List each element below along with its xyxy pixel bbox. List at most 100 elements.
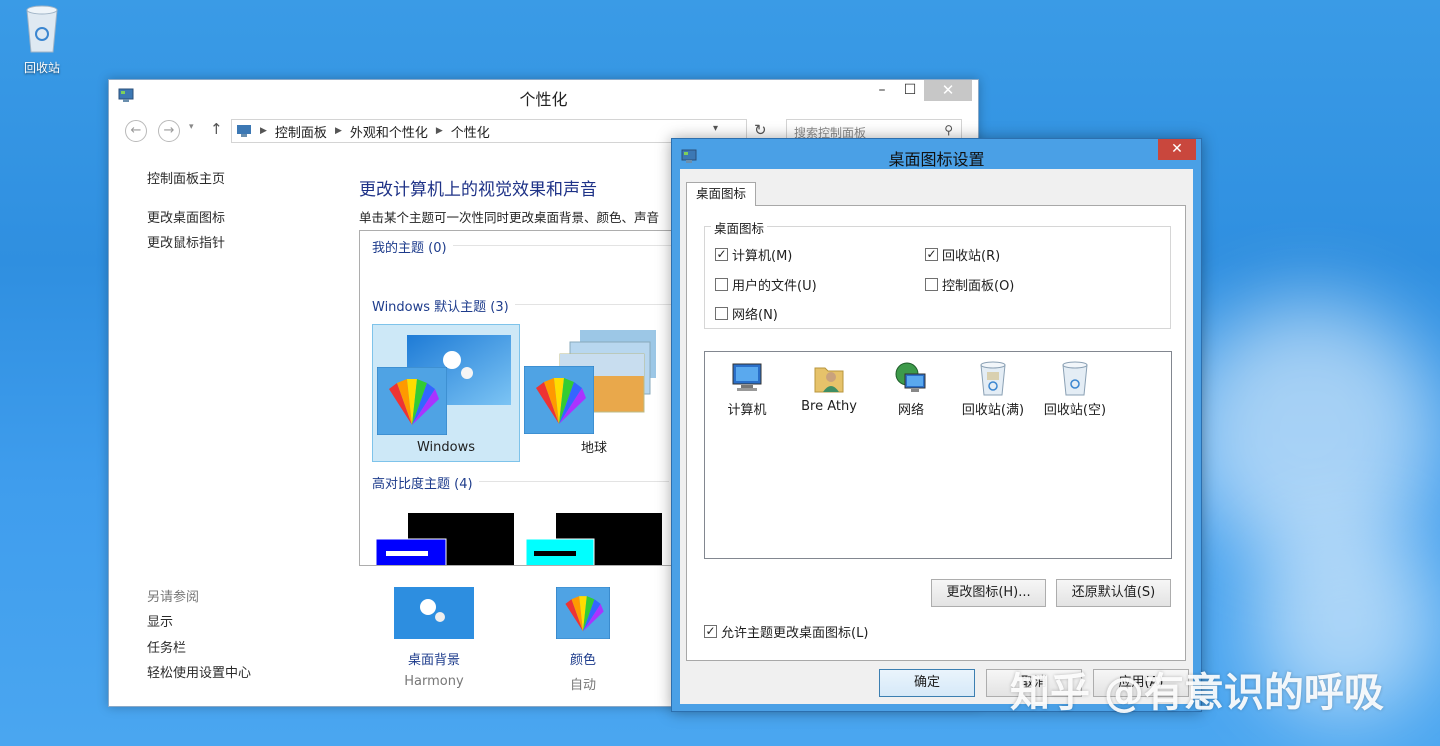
- color-setting[interactable]: 颜色 自动: [543, 586, 623, 693]
- watermark-text: 知乎 @有意识的呼吸: [1010, 670, 1384, 716]
- page-subheading: 单击某个主题可一次性同时更改桌面背景、颜色、声音: [359, 210, 660, 225]
- high-contrast-cyan-thumbnail[interactable]: [526, 513, 666, 566]
- computer-icon: [732, 363, 762, 391]
- breadcrumb-separator-icon: ▶: [260, 126, 267, 136]
- sidebar-change-mouse-pointer-link[interactable]: 更改鼠标指针: [147, 232, 225, 251]
- default-themes-section: Windows 默认主题 (3): [372, 296, 685, 315]
- high-contrast-section: 高对比度主题 (4): [372, 473, 669, 492]
- checkbox-box: [715, 278, 728, 291]
- breadcrumb-item[interactable]: 控制面板: [275, 122, 327, 141]
- icon-item-user-files[interactable]: Bre Athy: [789, 356, 869, 414]
- checkbox-box: ✓: [715, 247, 728, 261]
- back-arrow-icon[interactable]: ←: [125, 120, 147, 142]
- checkbox-recycle-bin[interactable]: ✓ 回收站(R): [925, 245, 1000, 264]
- minimize-button[interactable]: –: [868, 80, 896, 101]
- see-also-label: 另请参阅: [147, 590, 200, 605]
- theme-name: 地球: [580, 441, 607, 456]
- see-also-taskbar-link[interactable]: 任务栏: [147, 637, 186, 656]
- ok-button[interactable]: 确定: [879, 669, 975, 697]
- icon-item-network[interactable]: 网络: [871, 356, 951, 418]
- window-title: 个性化: [519, 90, 568, 109]
- color-fan-icon: [555, 586, 611, 640]
- maximize-button[interactable]: ☐: [896, 80, 924, 101]
- checkbox-label: 用户的文件(U): [732, 279, 817, 294]
- see-also-ease-of-access-link[interactable]: 轻松使用设置中心: [147, 662, 251, 681]
- tab-desktop-icons[interactable]: 桌面图标: [686, 182, 756, 206]
- restore-default-button[interactable]: 还原默认值(S): [1056, 579, 1171, 607]
- section-label: Windows 默认主题 (3): [372, 300, 509, 315]
- setting-value: 自动: [569, 678, 596, 693]
- user-folder-icon: [814, 367, 844, 393]
- checkbox-box: [715, 307, 728, 320]
- dialog-close-button[interactable]: ✕: [1158, 139, 1196, 160]
- desktop-background-icon: [394, 587, 474, 639]
- setting-label: 桌面背景: [407, 653, 460, 668]
- checkbox-label: 网络(N): [732, 308, 778, 323]
- icon-item-label: Bre Athy: [801, 399, 857, 414]
- checkbox-network[interactable]: 网络(N): [715, 304, 778, 323]
- color-fan-icon: [524, 366, 594, 434]
- address-dropdown-icon[interactable]: ▾: [713, 123, 718, 134]
- search-icon: ⚲: [944, 123, 953, 137]
- sidebar-change-desktop-icons-link[interactable]: 更改桌面图标: [147, 207, 225, 226]
- refresh-icon[interactable]: ↻: [754, 121, 767, 139]
- checkbox-control-panel[interactable]: 控制面板(O): [925, 275, 1014, 294]
- desktop-icons-group: 桌面图标 ✓ 计算机(M) ✓ 回收站(R) 用户的文件(U) 控制面板(O) 网络…: [704, 218, 1171, 329]
- network-icon: [895, 362, 926, 392]
- control-panel-icon: [237, 125, 251, 137]
- checkbox-label: 控制面板(O): [942, 279, 1015, 294]
- forward-arrow-icon[interactable]: →: [158, 120, 180, 142]
- theme-earth[interactable]: 地球: [520, 324, 668, 462]
- icon-item-label: 网络: [897, 403, 924, 418]
- breadcrumb-item[interactable]: 外观和个性化: [350, 122, 428, 141]
- see-also-display-link[interactable]: 显示: [147, 611, 173, 630]
- setting-label: 颜色: [569, 653, 596, 668]
- checkbox-label: 允许主题更改桌面图标(L): [721, 626, 869, 641]
- recycle-bin-empty-icon: [1062, 361, 1088, 396]
- section-label: 高对比度主题 (4): [372, 477, 473, 492]
- desktop-icon-list[interactable]: 计算机 Bre Athy 网络 回收站(满) 回收站(空): [704, 351, 1172, 559]
- icon-item-recycle-bin-empty[interactable]: 回收站(空): [1035, 356, 1115, 418]
- color-fan-icon: [377, 367, 447, 435]
- page-heading: 更改计算机上的视觉效果和声音: [359, 180, 597, 200]
- theme-windows[interactable]: Windows: [372, 324, 520, 462]
- section-label: 我的主题 (0): [372, 241, 447, 256]
- breadcrumb-separator-icon: ▶: [334, 126, 342, 136]
- icon-item-label: 回收站(空): [1043, 403, 1107, 418]
- breadcrumb-item[interactable]: 个性化: [451, 122, 490, 141]
- tab-panel: 桌面图标 ✓ 计算机(M) ✓ 回收站(R) 用户的文件(U) 控制面板(O) 网络…: [686, 205, 1186, 661]
- breadcrumb-separator-icon: ▶: [435, 126, 443, 136]
- high-contrast-black-thumbnail[interactable]: [376, 513, 516, 566]
- desktop-background-setting[interactable]: 桌面背景 Harmony: [394, 587, 474, 689]
- checkbox-user-files[interactable]: 用户的文件(U): [715, 275, 817, 294]
- wallpaper-glow: [1180, 300, 1440, 560]
- theme-list[interactable]: 我的主题 (0) Windows 默认主题 (3) Windows 地球 高对比…: [359, 230, 689, 566]
- desktop-recycle-bin[interactable]: 回收站: [14, 2, 70, 76]
- checkbox-box: ✓: [925, 247, 938, 261]
- checkbox-box: [925, 278, 938, 291]
- checkbox-box: ✓: [704, 624, 717, 638]
- address-breadcrumb[interactable]: ▶ 控制面板 ▶ 外观和个性化 ▶ 个性化 ▾: [231, 119, 747, 143]
- theme-name: Windows: [416, 440, 476, 455]
- recent-pages-chevron-icon[interactable]: ▾: [189, 122, 194, 132]
- close-button[interactable]: ✕: [924, 80, 972, 101]
- up-arrow-icon[interactable]: ↑: [210, 120, 223, 138]
- title-bar: 个性化 – ☐ ✕: [109, 80, 978, 111]
- setting-value: Harmony: [404, 674, 464, 689]
- dialog-body: 桌面图标 桌面图标 ✓ 计算机(M) ✓ 回收站(R) 用户的文件(U) 控制面板(…: [680, 169, 1193, 704]
- icon-item-computer[interactable]: 计算机: [707, 356, 787, 418]
- icon-item-label: 计算机: [727, 403, 767, 418]
- checkbox-allow-themes[interactable]: ✓ 允许主题更改桌面图标(L): [704, 622, 868, 641]
- recycle-bin-full-icon: [980, 361, 1006, 396]
- checkbox-label: 回收站(R): [942, 249, 1001, 264]
- change-icon-button[interactable]: 更改图标(H)...: [931, 579, 1046, 607]
- checkbox-label: 计算机(M): [732, 249, 793, 264]
- dialog-title: 桌面图标设置: [888, 150, 985, 169]
- my-themes-section: 我的主题 (0): [372, 237, 688, 256]
- checkbox-computer[interactable]: ✓ 计算机(M): [715, 245, 792, 264]
- desktop-icon-label: 回收站: [23, 61, 60, 75]
- desktop-icon-settings-dialog: 桌面图标设置 ✕ 桌面图标 桌面图标 ✓ 计算机(M) ✓ 回收站(R) 用户的文件…: [671, 138, 1202, 712]
- sidebar-home-link[interactable]: 控制面板主页: [147, 168, 225, 187]
- icon-item-recycle-bin-full[interactable]: 回收站(满): [953, 356, 1033, 418]
- recycle-bin-icon: [26, 5, 58, 53]
